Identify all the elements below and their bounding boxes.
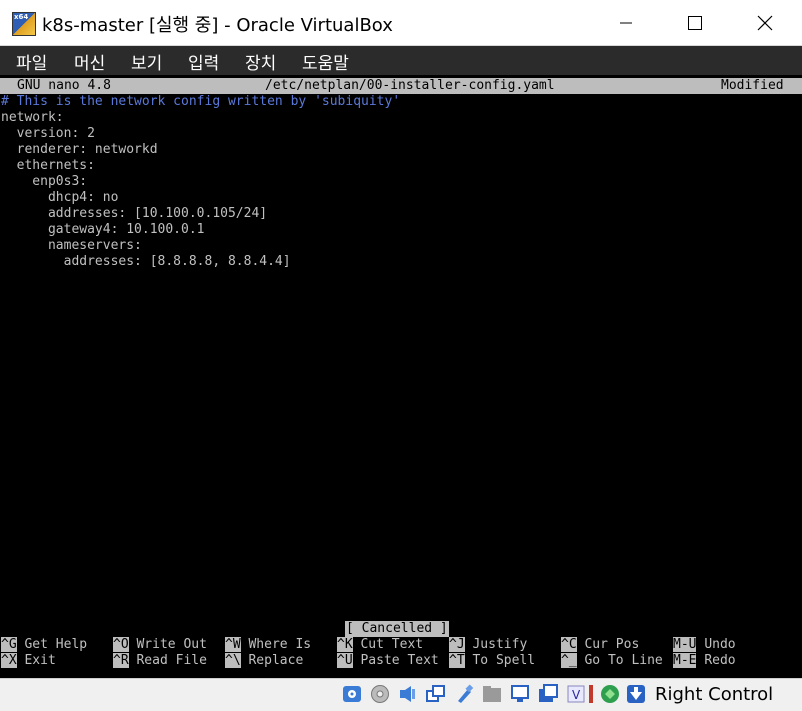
shortcut-key: ^G — [1, 637, 17, 652]
shortcut-key: ^_ — [561, 653, 577, 668]
shortcut-key: M-U — [673, 637, 697, 652]
shortcut-where-is: ^W Where Is — [225, 637, 311, 653]
file-line: enp0s3: — [1, 174, 88, 189]
shortcut-go-to-line: ^_ Go To Line — [561, 653, 663, 669]
shortcut-label: Go To Line — [584, 653, 663, 668]
file-line: nameservers: — [1, 238, 142, 253]
shortcut-label: Undo — [704, 637, 736, 652]
vm-status-bar: V Right Control — [0, 678, 802, 711]
menu-bar: 파일 머신 보기 입력 장치 도움말 — [0, 46, 802, 75]
shortcut-exit: ^X Exit — [1, 653, 56, 669]
recording-icon[interactable] — [538, 684, 558, 704]
shortcut-key: ^U — [337, 653, 353, 668]
shortcut-justify: ^J Justify — [449, 637, 527, 653]
shortcut-read-file: ^R Read File — [113, 653, 207, 669]
shortcut-label: Redo — [704, 653, 736, 668]
close-button[interactable] — [742, 0, 788, 46]
shortcut-key: ^C — [561, 637, 577, 652]
shortcut-label: Get Help — [24, 637, 88, 652]
shortcut-key: ^R — [113, 653, 129, 668]
file-line: renderer: networkd — [1, 142, 158, 157]
shortcut-label: Cut Text — [360, 637, 424, 652]
shortcut-label: Write Out — [136, 637, 207, 652]
network-icon[interactable] — [426, 684, 446, 704]
shortcut-label: Replace — [248, 653, 304, 668]
cpu-icon[interactable]: V — [566, 684, 586, 704]
menu-machine[interactable]: 머신 — [74, 49, 105, 74]
shortcut-replace: ^\ Replace — [225, 653, 303, 669]
shortcut-write-out: ^O Write Out — [113, 637, 207, 653]
optical-drive-icon[interactable] — [370, 684, 390, 704]
shortcut-label: Cur Pos — [584, 637, 640, 652]
shortcut-key: ^K — [337, 637, 353, 652]
file-line: addresses: [10.100.0.105/24] — [1, 206, 268, 221]
shortcut-label: To Spell — [472, 653, 536, 668]
v-marker-icon — [589, 685, 593, 703]
file-line: addresses: [8.8.8.8, 8.8.4.4] — [1, 254, 291, 269]
display-icon[interactable] — [510, 684, 530, 704]
audio-icon[interactable] — [398, 684, 418, 704]
app-icon-tag: x64 — [14, 13, 29, 21]
file-line: gateway4: 10.100.0.1 — [1, 222, 205, 237]
mouse-integration-icon[interactable] — [600, 684, 620, 704]
file-line: network: — [1, 110, 64, 125]
file-line: ethernets: — [1, 158, 95, 173]
shortcut-label: Paste Text — [360, 653, 439, 668]
file-line: dhcp4: no — [1, 190, 119, 205]
usb-icon[interactable] — [454, 684, 474, 704]
menu-help[interactable]: 도움말 — [302, 49, 349, 74]
menu-file[interactable]: 파일 — [16, 49, 47, 74]
shortcut-undo: M-U Undo — [673, 637, 736, 653]
shortcut-redo: M-E Redo — [673, 653, 736, 669]
shortcut-cut-text: ^K Cut Text — [337, 637, 423, 653]
shortcut-label: Read File — [136, 653, 207, 668]
virtualbox-app-icon[interactable]: x64 — [12, 12, 36, 36]
shortcut-label: Where Is — [248, 637, 312, 652]
shortcut-key: ^W — [225, 637, 241, 652]
shortcut-key: ^J — [449, 637, 465, 652]
window-titlebar: x64 k8s-master [실행 중] - Oracle VirtualBo… — [0, 0, 802, 46]
nano-header-bar: GNU nano 4.8 /etc/netplan/00-installer-c… — [0, 78, 802, 94]
nano-modified-state: Modified — [721, 78, 784, 93]
vm-console[interactable]: GNU nano 4.8 /etc/netplan/00-installer-c… — [0, 75, 802, 678]
close-icon — [757, 15, 773, 31]
nano-version: GNU nano 4.8 — [17, 78, 111, 93]
menu-input[interactable]: 입력 — [188, 49, 219, 74]
keyboard-capture-icon[interactable] — [626, 684, 646, 704]
hard-disk-icon[interactable] — [342, 684, 362, 704]
window-title: k8s-master [실행 중] - Oracle VirtualBox — [42, 15, 393, 36]
host-key-label[interactable]: Right Control — [655, 684, 773, 705]
minimize-button[interactable] — [603, 0, 649, 46]
minimize-icon — [620, 22, 632, 24]
file-line: version: 2 — [1, 126, 95, 141]
maximize-button[interactable] — [672, 0, 718, 46]
menu-devices[interactable]: 장치 — [245, 49, 276, 74]
shortcut-cur-pos: ^C Cur Pos — [561, 637, 639, 653]
shortcut-key: M-E — [673, 653, 697, 668]
file-line: # This is the network config written by … — [1, 94, 401, 109]
shortcut-key: ^O — [113, 637, 129, 652]
menu-view[interactable]: 보기 — [131, 49, 162, 74]
shortcut-paste-text: ^U Paste Text — [337, 653, 439, 669]
nano-status-message: [ Cancelled ] — [345, 621, 449, 637]
shortcut-key: ^\ — [225, 653, 241, 668]
shortcut-get-help: ^G Get Help — [1, 637, 87, 653]
shortcut-key: ^X — [1, 653, 17, 668]
nano-filename: /etc/netplan/00-installer-config.yaml — [265, 78, 555, 93]
shared-folders-icon[interactable] — [482, 684, 502, 704]
shortcut-key: ^T — [449, 653, 465, 668]
svg-text:V: V — [572, 688, 581, 702]
shortcut-to-spell: ^T To Spell — [449, 653, 535, 669]
maximize-icon — [688, 16, 702, 30]
shortcut-label: Justify — [472, 637, 528, 652]
shortcut-label: Exit — [24, 653, 56, 668]
